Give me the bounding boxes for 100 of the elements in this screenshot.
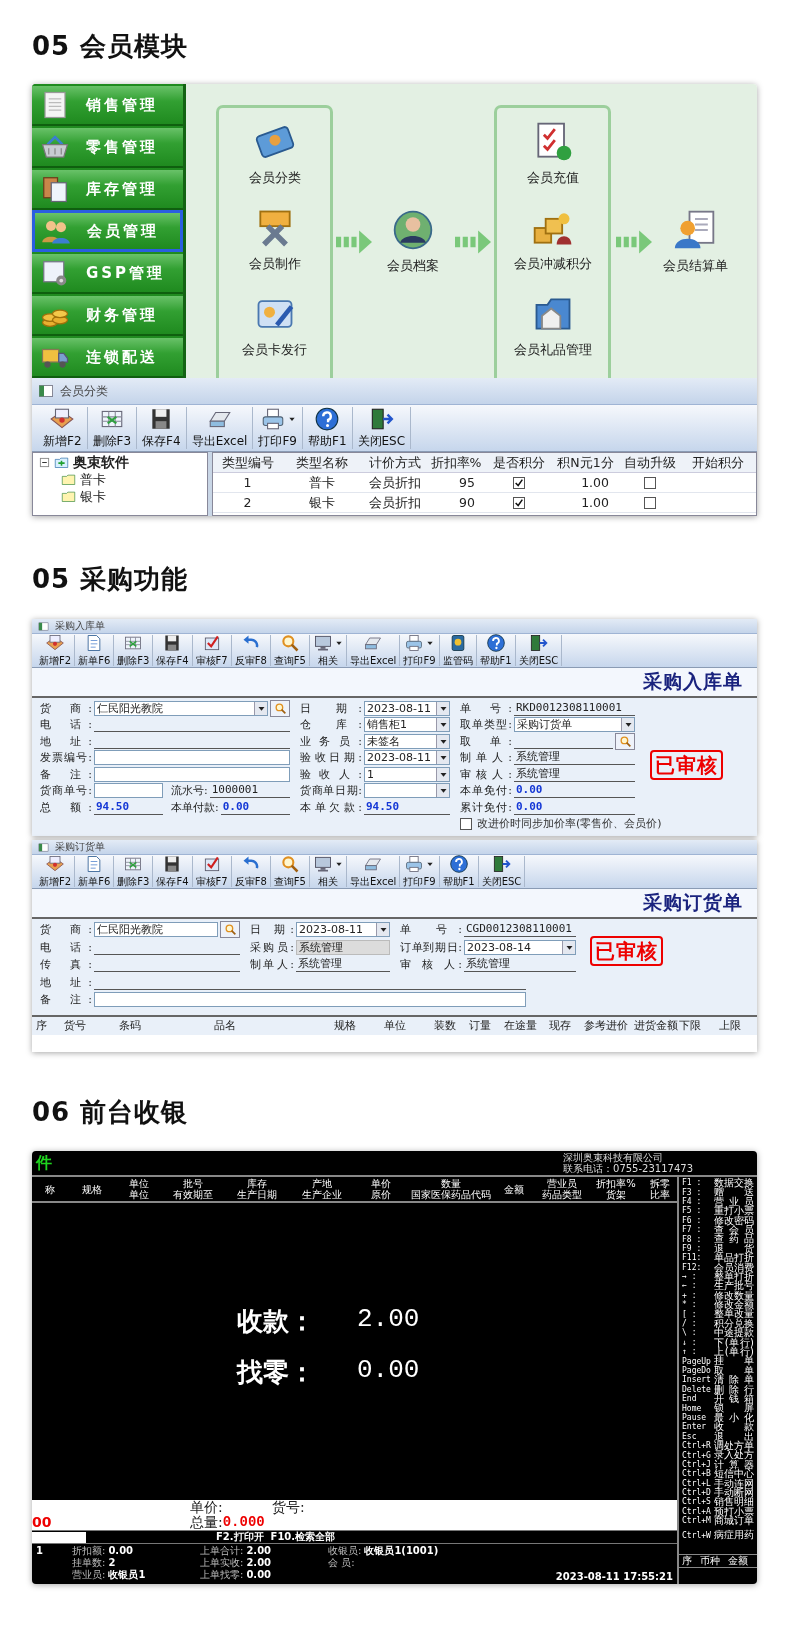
dropdown[interactable]: 2023-08-11	[364, 750, 450, 766]
toolbar-button[interactable]: 新单F6	[75, 856, 115, 887]
dropdown[interactable]: 未签名	[364, 733, 450, 749]
flow-item[interactable]: 会员分类	[248, 119, 301, 187]
toolbar-button[interactable]: 导出Excel	[346, 856, 401, 887]
field-label: 制单人:	[460, 750, 512, 766]
dropdown[interactable]: 1	[364, 766, 450, 782]
flow-item[interactable]: 会员充值	[526, 119, 579, 187]
input-field[interactable]	[94, 766, 290, 782]
column-header: 数量 国家医保药品代码	[410, 1178, 492, 1200]
input-field[interactable]	[94, 750, 290, 766]
toolbar-button[interactable]: 关闭ESC	[352, 407, 412, 449]
toolbar-button[interactable]: 导出Excel	[346, 635, 401, 666]
input-field[interactable]	[32, 1531, 86, 1543]
sidebar-item[interactable]: 零售管理	[32, 126, 183, 168]
field-value: 系统管理	[296, 939, 390, 955]
app-title: 件	[36, 1152, 52, 1174]
toolbar-button[interactable]: 导出Excel	[186, 407, 254, 449]
input-field[interactable]	[94, 783, 163, 799]
field-label: 货 商:	[40, 922, 92, 938]
toolbar-button[interactable]: 新单F6	[75, 635, 115, 666]
dropdown[interactable]: 仁民阳光教院	[94, 700, 268, 716]
summary-value: 收银员1	[108, 1569, 146, 1581]
sidebar-item[interactable]: 连锁配送	[32, 336, 183, 378]
toolbar-button[interactable]: 新增F2	[38, 407, 88, 449]
dropdown[interactable]: 销售柜1	[364, 717, 450, 733]
shortcut-action: 上(单行)	[714, 1347, 754, 1357]
tree-item[interactable]: 银卡	[80, 487, 106, 506]
sidebar-item[interactable]: 销售管理	[32, 84, 183, 126]
toolbar-button[interactable]: 保存F4	[153, 635, 193, 666]
shortcut-key: ↑ :	[682, 1347, 713, 1357]
toolbar-button[interactable]: 帮助F1	[476, 635, 516, 666]
window-title: 采购订货单	[55, 841, 105, 853]
collapse-icon[interactable]	[39, 457, 50, 468]
field-value: CGD0012308110001	[464, 922, 576, 938]
toolbar-button[interactable]: 删除F3	[87, 407, 138, 449]
toolbar-button[interactable]: 打印F9	[253, 407, 303, 449]
shortcut-action: 病症用药	[714, 1530, 754, 1540]
sidebar-item[interactable]: 会员管理	[32, 210, 183, 252]
timestamp: 2023-08-11 17:55:21	[555, 1571, 673, 1583]
column-header: 金额	[728, 1555, 748, 1567]
sidebar-item[interactable]: 财务管理	[32, 294, 183, 336]
check-icon	[513, 497, 524, 508]
toolbar-button[interactable]: 反审F8	[231, 856, 271, 887]
toolbar-button[interactable]: 删除F3	[114, 856, 154, 887]
toolbar-button[interactable]: 审核F7	[192, 856, 232, 887]
column-header: 序	[682, 1555, 692, 1567]
table-cell: 95	[427, 473, 485, 493]
toolbar-button[interactable]: 关闭ESC	[478, 856, 526, 887]
shortcut-key: End	[682, 1394, 713, 1404]
search-button[interactable]	[615, 732, 635, 750]
shortcut-key: F12:	[682, 1262, 712, 1272]
search-button[interactable]	[270, 699, 290, 717]
toolbar-button[interactable]: 打印F9	[400, 635, 440, 666]
dropdown[interactable]	[364, 783, 450, 799]
folder-icon	[54, 455, 69, 470]
field-label: 单 号:	[460, 700, 512, 716]
dropdown[interactable]: 2023-08-14	[464, 939, 576, 955]
flow-item[interactable]: 会员制作	[248, 205, 301, 273]
toolbar-button[interactable]: 帮助F1	[439, 856, 479, 887]
toolbar-button[interactable]: 新增F2	[36, 635, 76, 666]
checkbox[interactable]	[512, 496, 525, 509]
flow-item[interactable]: 会员档案	[387, 208, 439, 275]
search-button[interactable]	[220, 921, 240, 939]
toolbar-button[interactable]: 反审F8	[231, 635, 271, 666]
checkbox[interactable]	[460, 817, 472, 830]
toolbar-button[interactable]: 打印F9	[400, 856, 440, 887]
summary-label: 折扣额:	[72, 1545, 106, 1557]
toolbar-button[interactable]: 保存F4	[153, 856, 193, 887]
shortcut-action: 最小化	[714, 1412, 754, 1423]
sidebar-item[interactable]: 库存管理	[32, 168, 183, 210]
toolbar-button[interactable]: 帮助F1	[303, 407, 353, 449]
toolbar-button[interactable]: 审核F7	[192, 635, 232, 666]
checkbox[interactable]	[643, 496, 656, 509]
toolbar-button[interactable]: 删除F3	[114, 635, 154, 666]
checkbox[interactable]	[512, 476, 525, 489]
flow-item[interactable]: 会员卡发行	[242, 291, 307, 359]
dropdown[interactable]: 2023-08-11	[364, 700, 450, 716]
tree-item[interactable]: 奥束软件	[73, 453, 129, 472]
tree-item[interactable]: 普卡	[80, 470, 106, 489]
flow-item[interactable]: 会员礼品管理	[513, 291, 592, 359]
summary-value: 0.00	[108, 1545, 134, 1557]
toolbar-button[interactable]: 新增F2	[36, 856, 76, 887]
input-field[interactable]	[94, 992, 526, 1008]
column-header: 类型编号	[213, 453, 282, 473]
dropdown[interactable]: 2023-08-11	[296, 922, 390, 938]
checkbox[interactable]	[643, 476, 656, 489]
dropdown[interactable]: 采购订货单	[514, 717, 635, 733]
toolbar-button[interactable]: 保存F4	[137, 407, 187, 449]
toolbar-button[interactable]: 查询F5	[270, 856, 310, 887]
toolbar-button[interactable]: 查询F5	[270, 635, 310, 666]
flow-item[interactable]: 会员结算单	[662, 208, 728, 275]
toolbar-button[interactable]: 监管码	[439, 635, 477, 666]
input-field[interactable]: 仁民阳光教院	[94, 922, 218, 938]
toolbar-button[interactable]: 关闭ESC	[515, 635, 563, 666]
toolbar-button[interactable]: 相关	[309, 635, 347, 666]
shortcut-action: 生产批号	[714, 1281, 754, 1291]
flow-item[interactable]: 会员冲减积分	[513, 205, 592, 273]
toolbar-button[interactable]: 相关	[309, 856, 347, 887]
total-quantity: 0.000	[222, 1515, 265, 1530]
